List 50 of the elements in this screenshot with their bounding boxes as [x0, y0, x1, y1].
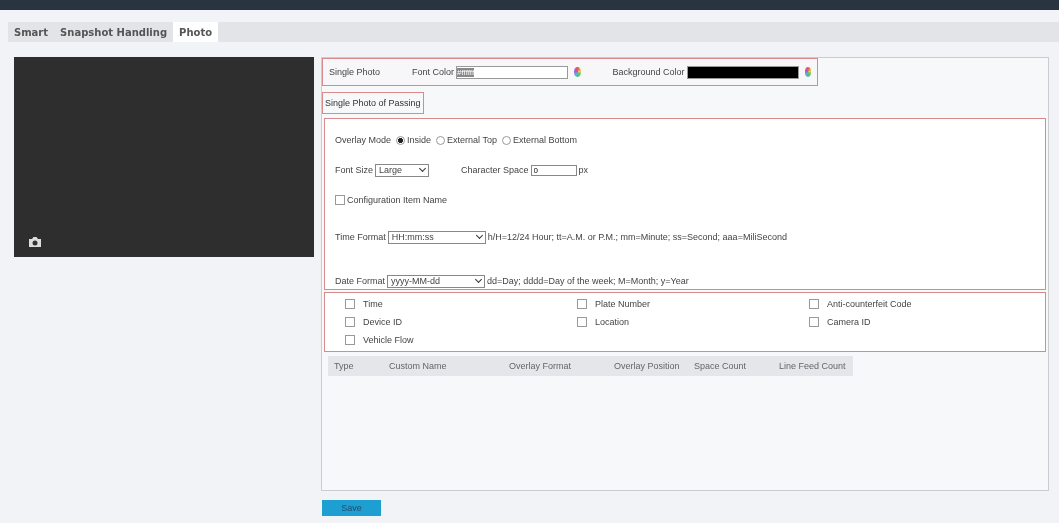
character-space-label: Character Space	[461, 165, 529, 175]
radio-button[interactable]	[396, 135, 406, 145]
checkbox[interactable]	[345, 299, 355, 309]
checkbox[interactable]	[577, 299, 587, 309]
checkbox-label: Camera ID	[827, 317, 871, 327]
column-header: Line Feed Count	[778, 361, 847, 371]
column-header: Overlay Position	[613, 361, 681, 371]
date-format-hint: dd=Day; dddd=Day of the week; M=Month; y=Year	[487, 276, 689, 286]
checkbox[interactable]	[345, 317, 355, 327]
checkbox-label: Time	[363, 299, 383, 309]
font-color-field[interactable]: #ffffff	[456, 65, 569, 79]
radio-label: External Bottom	[512, 135, 577, 145]
column-header: Space Count	[693, 361, 748, 371]
tab[interactable]: Photo	[173, 22, 219, 42]
checkbox-label: Location	[595, 317, 630, 327]
checkbox[interactable]	[809, 317, 819, 327]
background-color-label: Background Color	[612, 67, 685, 77]
date-format-select[interactable]: yyyy-MM-dd	[387, 274, 485, 288]
column-header: Overlay Format	[508, 361, 572, 371]
checkbox[interactable]	[577, 317, 587, 327]
single-photo-label: Single Photo	[329, 67, 381, 77]
radio-label: Inside	[407, 135, 432, 145]
camera-icon[interactable]	[28, 236, 42, 248]
section-tab[interactable]: Single Photo of Passing	[322, 92, 424, 114]
time-format-label: Time Format	[335, 232, 386, 242]
column-header: Type	[333, 361, 355, 371]
checkbox[interactable]	[345, 335, 355, 345]
font-color-label: Font Color	[412, 67, 455, 77]
tab[interactable]: Snapshot Handling	[54, 22, 174, 42]
font-size-label: Font Size	[335, 165, 374, 175]
checkbox[interactable]	[809, 299, 819, 309]
unit-label: px	[578, 165, 589, 175]
time-format-select[interactable]: HH:mm:ss	[387, 230, 486, 244]
color-wheel-icon[interactable]	[574, 67, 581, 77]
checkbox-label: Plate Number	[595, 299, 651, 309]
checkbox-label: Anti-counterfeit Code	[827, 299, 912, 309]
color-wheel-icon[interactable]	[804, 67, 811, 77]
checkbox-label: Device ID	[363, 317, 402, 327]
font-size-select[interactable]: Large	[375, 163, 430, 177]
checkbox-label: Vehicle Flow	[363, 335, 414, 345]
date-format-label: Date Format	[335, 276, 385, 286]
time-format-hint: h/H=12/24 Hour; tt=A.M. or P.M.; mm=Minute; ss=Second; aaa=MiliSecond	[487, 232, 787, 242]
character-space-field[interactable]: 0	[530, 164, 577, 176]
background-color-field[interactable]	[686, 65, 799, 79]
column-header: Custom Name	[388, 361, 448, 371]
checkbox[interactable]	[335, 195, 345, 205]
checkbox-label: Configuration Item Name	[347, 195, 448, 205]
overlay-mode-label: Overlay Mode	[335, 135, 392, 145]
radio-label: External Top	[447, 135, 497, 145]
tab[interactable]: Smart	[8, 22, 55, 42]
